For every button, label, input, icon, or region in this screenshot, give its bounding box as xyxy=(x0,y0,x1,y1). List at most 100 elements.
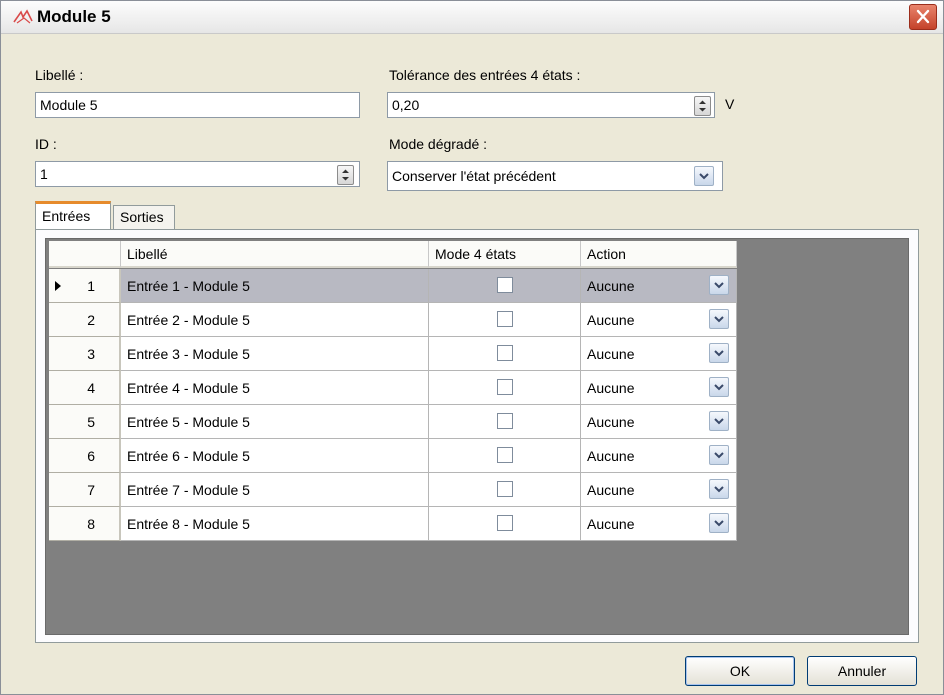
action-cell[interactable]: Aucune xyxy=(581,473,737,507)
chevron-down-icon xyxy=(714,384,724,391)
libelle-cell[interactable]: Entrée 3 - Module 5 xyxy=(121,337,429,371)
mode4-cell[interactable] xyxy=(429,473,581,507)
action-cell[interactable]: Aucune xyxy=(581,337,737,371)
action-dropdown-button[interactable] xyxy=(709,445,729,465)
spinner-arrows-icon xyxy=(342,169,349,181)
cancel-button[interactable]: Annuler xyxy=(807,656,917,686)
mode4-checkbox[interactable] xyxy=(497,345,513,361)
title-bar[interactable]: Module 5 xyxy=(1,1,943,34)
action-value: Aucune xyxy=(587,414,635,430)
mode4-cell[interactable] xyxy=(429,439,581,473)
mode4-checkbox[interactable] xyxy=(497,277,513,293)
column-header-mode4[interactable]: Mode 4 états xyxy=(429,241,581,268)
action-value: Aucune xyxy=(587,482,635,498)
libelle-cell[interactable]: Entrée 6 - Module 5 xyxy=(121,439,429,473)
id-value: 1 xyxy=(40,166,48,182)
action-value: Aucune xyxy=(587,278,635,294)
action-dropdown-button[interactable] xyxy=(709,513,729,533)
action-value: Aucune xyxy=(587,312,635,328)
row-header[interactable]: 8 xyxy=(49,507,121,541)
row-number: 5 xyxy=(87,414,95,430)
action-value: Aucune xyxy=(587,448,635,464)
chevron-down-icon xyxy=(699,173,709,180)
action-value: Aucune xyxy=(587,516,635,532)
row-number: 3 xyxy=(87,346,95,362)
mode4-checkbox[interactable] xyxy=(497,515,513,531)
tab-sorties[interactable]: Sorties xyxy=(113,205,175,229)
row-header[interactable]: 3 xyxy=(49,337,121,371)
mode4-checkbox[interactable] xyxy=(497,311,513,327)
libelle-label: Libellé : xyxy=(35,67,84,83)
window-title: Module 5 xyxy=(37,7,111,26)
id-field[interactable]: 1 xyxy=(35,161,360,187)
action-value: Aucune xyxy=(587,380,635,396)
column-header-action[interactable]: Action xyxy=(581,241,737,268)
row-number: 6 xyxy=(87,448,95,464)
action-cell[interactable]: Aucune xyxy=(581,303,737,337)
mode4-checkbox[interactable] xyxy=(497,481,513,497)
libelle-input[interactable]: Module 5 xyxy=(35,92,360,118)
action-cell[interactable]: Aucune xyxy=(581,507,737,541)
mode-select[interactable]: Conserver l'état précédent xyxy=(387,161,723,191)
close-icon xyxy=(916,9,930,24)
chevron-down-icon xyxy=(714,282,724,289)
chevron-down-icon xyxy=(714,316,724,323)
tab-entrees[interactable]: Entrées xyxy=(35,201,111,230)
chevron-down-icon xyxy=(714,520,724,527)
action-dropdown-button[interactable] xyxy=(709,309,729,329)
id-spinner[interactable] xyxy=(337,165,354,185)
mode4-cell[interactable] xyxy=(429,405,581,439)
row-header[interactable]: 2 xyxy=(49,303,121,337)
libelle-cell[interactable]: Entrée 1 - Module 5 xyxy=(121,269,429,303)
action-dropdown-button[interactable] xyxy=(709,479,729,499)
column-header-libelle[interactable]: Libellé xyxy=(121,241,429,268)
row-header[interactable]: 6 xyxy=(49,439,121,473)
mode4-cell[interactable] xyxy=(429,269,581,303)
libelle-cell[interactable]: Entrée 4 - Module 5 xyxy=(121,371,429,405)
mode-dropdown-button[interactable] xyxy=(694,166,714,186)
mode-value: Conserver l'état précédent xyxy=(392,168,556,184)
tolerance-field[interactable]: 0,20 xyxy=(387,92,715,118)
chevron-down-icon xyxy=(714,452,724,459)
chevron-down-icon xyxy=(714,486,724,493)
libelle-cell[interactable]: Entrée 7 - Module 5 xyxy=(121,473,429,507)
action-dropdown-button[interactable] xyxy=(709,343,729,363)
id-label: ID : xyxy=(35,136,57,152)
dialog-window: Module 5 Libellé : Module 5 ID : 1 Tolér… xyxy=(0,0,944,695)
action-cell[interactable]: Aucune xyxy=(581,439,737,473)
row-number: 4 xyxy=(87,380,95,396)
libelle-cell[interactable]: Entrée 2 - Module 5 xyxy=(121,303,429,337)
ok-button[interactable]: OK xyxy=(685,656,795,686)
row-header[interactable]: 7 xyxy=(49,473,121,507)
libelle-cell[interactable]: Entrée 5 - Module 5 xyxy=(121,405,429,439)
libelle-cell[interactable]: Entrée 8 - Module 5 xyxy=(121,507,429,541)
mode4-checkbox[interactable] xyxy=(497,379,513,395)
row-header-corner xyxy=(49,241,121,268)
mode4-checkbox[interactable] xyxy=(497,413,513,429)
tolerance-label: Tolérance des entrées 4 états : xyxy=(389,67,581,83)
mode4-cell[interactable] xyxy=(429,303,581,337)
row-number: 1 xyxy=(87,278,95,294)
action-dropdown-button[interactable] xyxy=(709,377,729,397)
chevron-down-icon xyxy=(714,418,724,425)
module-icon xyxy=(13,9,33,24)
row-header[interactable]: 4 xyxy=(49,371,121,405)
row-number: 2 xyxy=(87,312,95,328)
mode4-cell[interactable] xyxy=(429,337,581,371)
action-cell[interactable]: Aucune xyxy=(581,405,737,439)
tolerance-spinner[interactable] xyxy=(694,96,711,116)
row-header[interactable]: 5 xyxy=(49,405,121,439)
mode-label: Mode dégradé : xyxy=(389,136,488,152)
mode4-cell[interactable] xyxy=(429,371,581,405)
row-number: 8 xyxy=(87,516,95,532)
action-cell[interactable]: Aucune xyxy=(581,269,737,303)
close-button[interactable] xyxy=(909,4,937,30)
mode4-cell[interactable] xyxy=(429,507,581,541)
action-dropdown-button[interactable] xyxy=(709,275,729,295)
row-header[interactable]: 1 xyxy=(49,269,121,303)
mode4-checkbox[interactable] xyxy=(497,447,513,463)
action-dropdown-button[interactable] xyxy=(709,411,729,431)
current-row-indicator-icon xyxy=(55,281,61,291)
tolerance-value: 0,20 xyxy=(392,97,420,113)
action-cell[interactable]: Aucune xyxy=(581,371,737,405)
